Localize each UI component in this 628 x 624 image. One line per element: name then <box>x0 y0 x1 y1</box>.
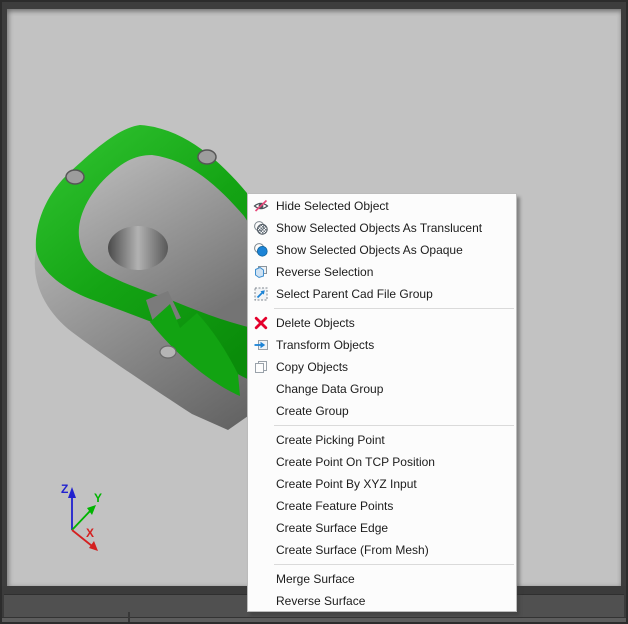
copy-icon <box>253 359 269 375</box>
menu-item-hide-selected-object[interactable]: Hide Selected Object <box>248 195 516 217</box>
translucent-sphere-icon <box>253 220 269 236</box>
menu-item-change-data-group[interactable]: Change Data Group <box>248 378 516 400</box>
menu-separator <box>274 564 514 565</box>
model-corner-hole <box>66 170 84 184</box>
y-axis-label: Y <box>94 491 102 505</box>
menu-item-label: Create Picking Point <box>276 433 385 447</box>
menu-item-label: Transform Objects <box>276 338 374 352</box>
menu-separator <box>274 308 514 309</box>
no-icon <box>253 498 269 514</box>
model-center-hole <box>108 226 168 270</box>
menu-item-delete-objects[interactable]: Delete Objects <box>248 312 516 334</box>
menu-item-create-point-on-tcp-position[interactable]: Create Point On TCP Position <box>248 451 516 473</box>
x-arrow-icon <box>89 541 98 551</box>
menu-item-create-group[interactable]: Create Group <box>248 400 516 422</box>
menu-item-show-selected-objects-as-translucent[interactable]: Show Selected Objects As Translucent <box>248 217 516 239</box>
menu-item-create-surface-edge[interactable]: Create Surface Edge <box>248 517 516 539</box>
no-icon <box>253 571 269 587</box>
menu-item-show-selected-objects-as-opaque[interactable]: Show Selected Objects As Opaque <box>248 239 516 261</box>
menu-item-create-feature-points[interactable]: Create Feature Points <box>248 495 516 517</box>
z-axis-label: Z <box>61 482 68 496</box>
transform-icon <box>253 337 269 353</box>
menu-item-create-surface-from-mesh[interactable]: Create Surface (From Mesh) <box>248 539 516 561</box>
x-axis-label: X <box>86 526 94 540</box>
menu-item-reverse-surface[interactable]: Reverse Surface <box>248 590 516 612</box>
menu-separator <box>274 425 514 426</box>
menu-item-label: Create Point By XYZ Input <box>276 477 417 491</box>
menu-item-reverse-selection[interactable]: Reverse Selection <box>248 261 516 283</box>
menu-item-label: Create Group <box>276 404 349 418</box>
reverse-selection-icon <box>253 264 269 280</box>
menu-item-label: Show Selected Objects As Translucent <box>276 221 482 235</box>
menu-item-label: Select Parent Cad File Group <box>276 287 433 301</box>
menu-item-create-picking-point[interactable]: Create Picking Point <box>248 429 516 451</box>
opaque-sphere-icon <box>253 242 269 258</box>
menu-item-label: Show Selected Objects As Opaque <box>276 243 463 257</box>
menu-item-label: Create Surface (From Mesh) <box>276 543 429 557</box>
menu-item-label: Create Surface Edge <box>276 521 388 535</box>
menu-item-label: Hide Selected Object <box>276 199 389 213</box>
select-parent-icon <box>253 286 269 302</box>
menu-item-label: Reverse Selection <box>276 265 373 279</box>
no-icon <box>253 381 269 397</box>
menu-item-select-parent-cad-file-group[interactable]: Select Parent Cad File Group <box>248 283 516 305</box>
status-bar-divider <box>128 612 130 622</box>
z-arrow-icon <box>68 487 76 498</box>
no-icon <box>253 520 269 536</box>
menu-item-label: Delete Objects <box>276 316 355 330</box>
menu-item-create-point-by-xyz-input[interactable]: Create Point By XYZ Input <box>248 473 516 495</box>
no-icon <box>253 476 269 492</box>
delete-icon <box>253 315 269 331</box>
hide-eye-icon <box>253 198 269 214</box>
menu-item-copy-objects[interactable]: Copy Objects <box>248 356 516 378</box>
no-icon <box>253 454 269 470</box>
no-icon <box>253 593 269 609</box>
menu-item-label: Reverse Surface <box>276 594 365 608</box>
menu-item-label: Create Feature Points <box>276 499 393 513</box>
menu-item-label: Merge Surface <box>276 572 355 586</box>
menu-item-label: Copy Objects <box>276 360 348 374</box>
menu-item-transform-objects[interactable]: Transform Objects <box>248 334 516 356</box>
menu-item-label: Create Point On TCP Position <box>276 455 435 469</box>
model-flap-hole <box>160 346 176 358</box>
menu-item-merge-surface[interactable]: Merge Surface <box>248 568 516 590</box>
context-menu: Hide Selected Object Show Selected Object… <box>247 193 517 612</box>
no-icon <box>253 542 269 558</box>
no-icon <box>253 432 269 448</box>
axis-triad: Z Y X <box>46 478 108 558</box>
no-icon <box>253 403 269 419</box>
model-corner-hole <box>198 150 216 164</box>
menu-item-label: Change Data Group <box>276 382 383 396</box>
